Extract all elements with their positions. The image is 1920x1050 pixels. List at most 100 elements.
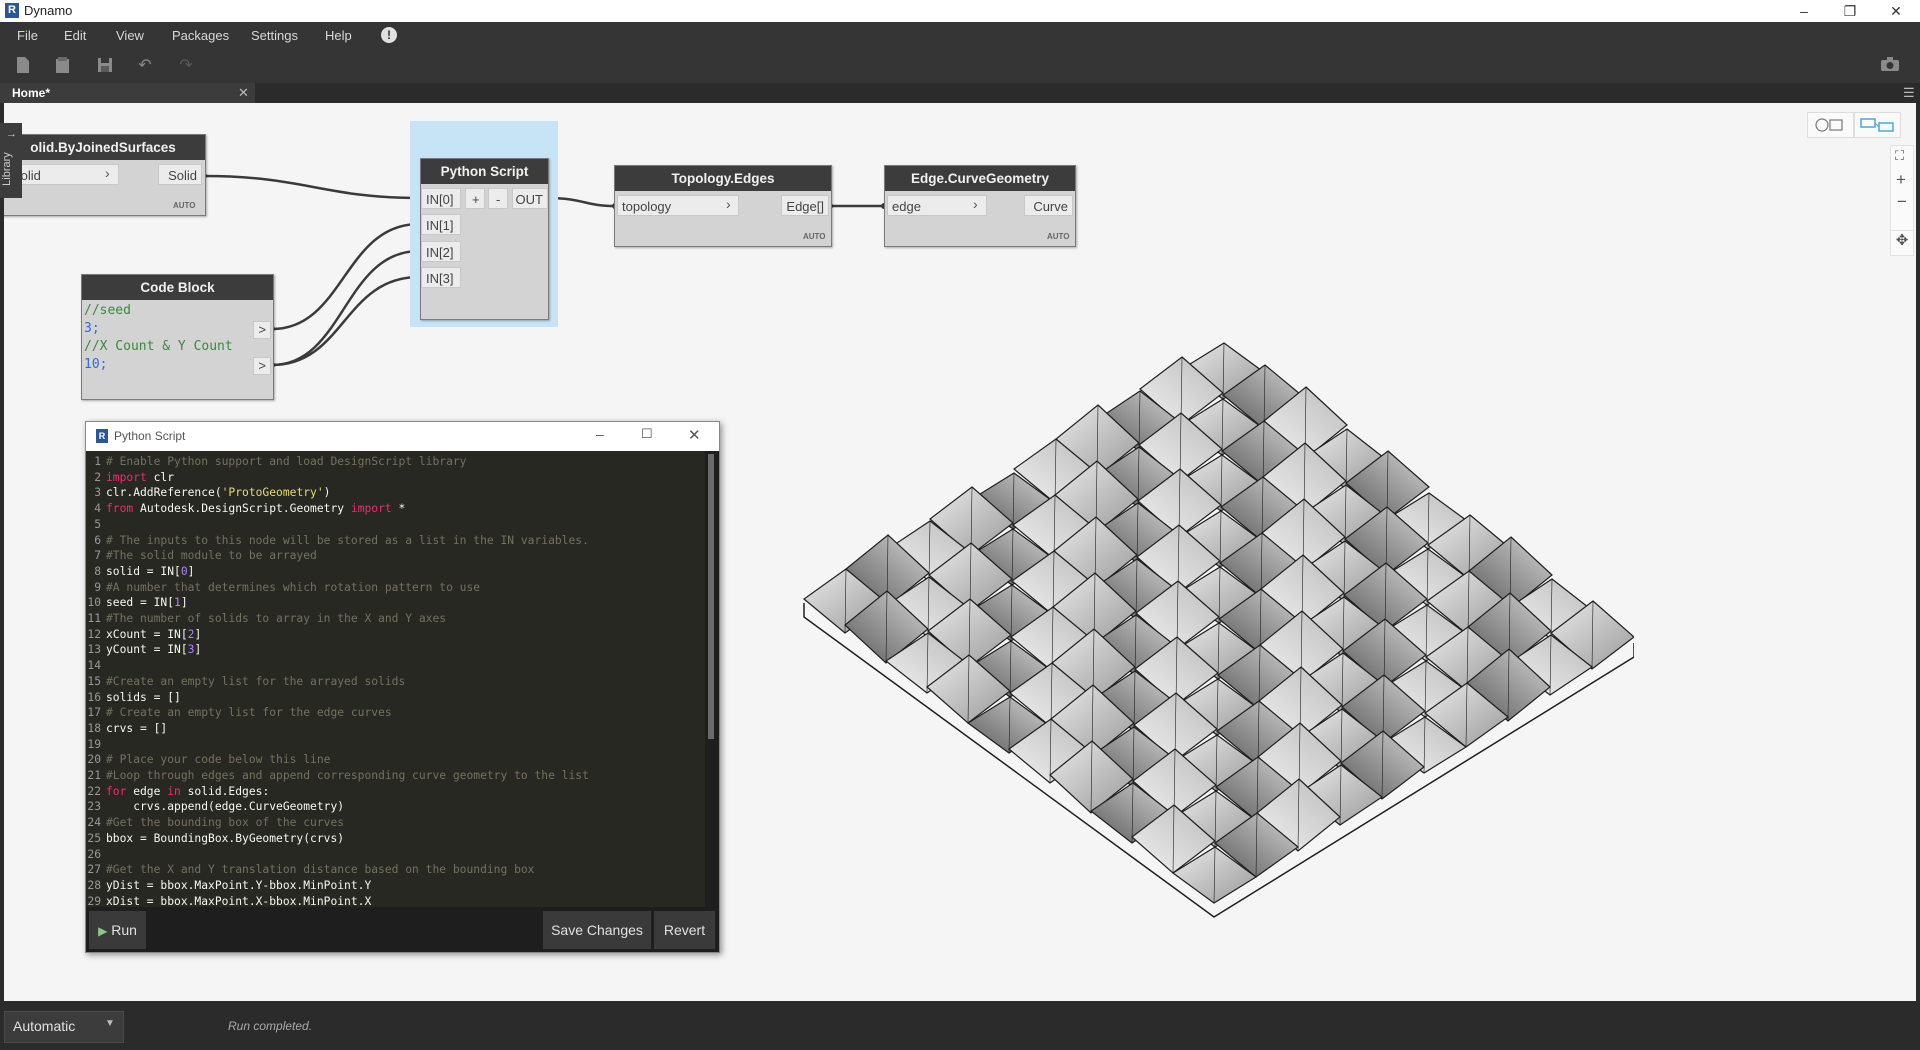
revit-logo-icon: R xyxy=(5,3,19,18)
menu-settings[interactable]: Settings xyxy=(251,28,298,43)
node-title: Python Script xyxy=(421,159,548,184)
chevron-right-icon: › xyxy=(973,196,978,212)
menu-help[interactable]: Help xyxy=(325,28,352,43)
notification-icon[interactable]: ! xyxy=(381,27,397,43)
line-number: 26 xyxy=(87,847,101,861)
node-solid-by-joined-surfaces[interactable]: olid.ByJoinedSurfaces Solid › Solid AUTO xyxy=(4,134,206,216)
node-edge-curve-geometry[interactable]: Edge.CurveGeometry edge › Curve AUTO xyxy=(884,165,1076,247)
output-port-edges[interactable]: Edge[] xyxy=(781,195,829,216)
lacing-label: AUTO xyxy=(803,232,826,241)
output-port-solid[interactable]: Solid xyxy=(158,164,202,185)
zoom-to-fit-icon[interactable]: ⛶ xyxy=(1895,148,1904,164)
save-icon[interactable] xyxy=(95,56,115,76)
editor-scrollbar[interactable] xyxy=(705,451,719,907)
lacing-label: AUTO xyxy=(1047,232,1070,241)
lacing-label: AUTO xyxy=(173,201,196,210)
editor-close-button[interactable]: ✕ xyxy=(688,426,701,444)
line-number: 12 xyxy=(87,627,101,641)
input-port-in1[interactable]: IN[1] xyxy=(421,214,461,235)
remove-input-button[interactable]: - xyxy=(488,188,508,209)
status-bar: Automatic ▼ Run completed. xyxy=(0,1001,1920,1050)
editor-maximize-button[interactable]: ☐ xyxy=(641,426,653,442)
node-topology-edges[interactable]: Topology.Edges topology › Edge[] AUTO xyxy=(614,165,832,247)
python-editor-window: R Python Script – ☐ ✕ 1 # Enable Python s… xyxy=(85,421,720,953)
add-input-button[interactable]: + xyxy=(465,188,485,209)
menu-file[interactable]: File xyxy=(17,28,38,43)
code-text: solid = IN[0] xyxy=(106,564,195,578)
line-number: 14 xyxy=(87,659,101,673)
output-port-count[interactable]: > xyxy=(253,357,271,375)
minimize-button[interactable]: – xyxy=(1781,0,1827,22)
code-text: yDist = bbox.MaxPoint.Y-bbox.MinPoint.Y xyxy=(106,878,372,892)
zoom-out-icon[interactable]: − xyxy=(1897,192,1907,212)
code-line: 10; xyxy=(84,357,108,372)
graph-view-toggle[interactable] xyxy=(1854,112,1901,138)
code-editor[interactable]: 1 # Enable Python support and load Design… xyxy=(86,451,705,907)
line-number: 19 xyxy=(87,737,101,751)
run-button[interactable]: ▶ Run xyxy=(89,911,146,949)
tab-menu-icon[interactable]: ☰ xyxy=(1903,85,1915,101)
new-file-icon[interactable] xyxy=(13,56,33,76)
run-label: Run xyxy=(111,922,137,938)
open-file-icon[interactable] xyxy=(53,56,73,76)
line-number: 11 xyxy=(87,612,101,625)
node-code-block[interactable]: Code Block //seed 3; //X Count & Y Count… xyxy=(81,274,274,400)
input-port-in3[interactable]: IN[3] xyxy=(421,267,461,288)
input-port-solid[interactable]: Solid xyxy=(7,164,119,185)
port-label: topology xyxy=(622,199,672,214)
zoom-controls: ⛶ + − xyxy=(1890,145,1914,231)
code-block-editor[interactable]: //seed 3; //X Count & Y Count 10; xyxy=(84,302,252,397)
code-text: #Get the bounding box of the curves xyxy=(106,816,345,830)
output-port-out[interactable]: OUT xyxy=(512,188,548,209)
editor-title: Python Script xyxy=(114,429,186,443)
tab-home[interactable]: Home* ✕ xyxy=(0,83,255,103)
line-number: 25 xyxy=(87,831,101,845)
pan-icon[interactable]: ✥ xyxy=(1890,230,1914,256)
toolbar: ↶ ↷ xyxy=(0,49,1920,83)
menu-view[interactable]: View xyxy=(116,28,144,43)
library-panel-toggle[interactable]: → Library xyxy=(0,123,22,198)
scrollbar-thumb[interactable] xyxy=(708,454,714,739)
geometry-view-toggle[interactable] xyxy=(1807,112,1854,138)
run-mode-dropdown[interactable]: Automatic ▼ xyxy=(4,1011,124,1043)
code-text: # The inputs to this node will be stored… xyxy=(106,533,589,547)
input-port-topology[interactable]: topology xyxy=(617,195,739,216)
line-number: 28 xyxy=(87,878,101,892)
geometry-preview xyxy=(803,342,1634,918)
window-title-bar: R Dynamo – ❐ ✕ xyxy=(0,0,1920,22)
undo-icon[interactable]: ↶ xyxy=(135,56,155,76)
revert-button[interactable]: Revert xyxy=(654,911,715,949)
editor-minimize-button[interactable]: – xyxy=(596,426,604,442)
menu-packages[interactable]: Packages xyxy=(172,28,229,43)
menu-edit[interactable]: Edit xyxy=(64,28,86,43)
status-message: Run completed. xyxy=(228,1019,313,1033)
node-title: olid.ByJoinedSurfaces xyxy=(4,135,205,160)
code-text: # Place your code below this line xyxy=(106,753,331,767)
line-number: 8 xyxy=(94,564,101,578)
output-port-seed[interactable]: > xyxy=(253,321,271,339)
code-line: 3; xyxy=(84,321,100,336)
redo-icon[interactable]: ↷ xyxy=(176,56,196,76)
line-number: 18 xyxy=(87,721,101,735)
editor-button-bar: ▶ Run Save Changes Revert xyxy=(86,907,719,952)
restore-button[interactable]: ❐ xyxy=(1827,0,1873,22)
code-text: #A number that determines which rotation… xyxy=(106,580,481,594)
tab-close-icon[interactable]: ✕ xyxy=(238,85,249,101)
close-window-button[interactable]: ✕ xyxy=(1873,0,1919,22)
window-title: Dynamo xyxy=(24,3,73,18)
input-port-in2[interactable]: IN[2] xyxy=(421,241,461,262)
save-changes-button[interactable]: Save Changes xyxy=(543,911,651,949)
code-text: bbox = BoundingBox.ByGeometry(crvs) xyxy=(106,831,345,845)
line-number: 29 xyxy=(87,894,101,907)
code-text: # Enable Python support and load DesignS… xyxy=(106,455,467,468)
camera-icon[interactable] xyxy=(1880,56,1900,76)
zoom-in-icon[interactable]: + xyxy=(1896,170,1906,190)
run-mode-value: Automatic xyxy=(13,1018,76,1034)
node-python-script[interactable]: Python Script IN[0] IN[1] IN[2] IN[3] + … xyxy=(420,158,549,320)
chevron-right-icon: › xyxy=(105,165,110,181)
input-port-edge[interactable]: edge xyxy=(887,195,987,216)
input-port-in0[interactable]: IN[0] xyxy=(421,188,461,209)
output-port-curve[interactable]: Curve xyxy=(1024,195,1073,216)
chevron-down-icon: ▼ xyxy=(105,1018,115,1029)
line-number: 24 xyxy=(87,816,101,830)
